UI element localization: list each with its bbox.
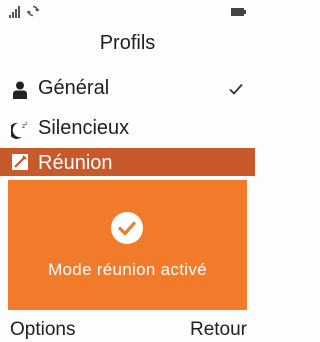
meeting-icon <box>12 154 28 170</box>
battery-icon <box>231 8 246 16</box>
back-softkey[interactable]: Retour <box>190 319 247 341</box>
sync-icon <box>27 5 39 17</box>
confirmation-popup: Mode réunion activé <box>8 180 247 310</box>
check-circle-icon <box>111 212 143 244</box>
profile-label: Silencieux <box>38 117 130 139</box>
page-title: Profils <box>99 32 156 54</box>
profile-item-meeting[interactable]: Réunion <box>0 148 255 176</box>
status-bar <box>0 0 255 22</box>
checkmark-icon <box>229 83 243 95</box>
profile-label: Général <box>38 77 110 99</box>
moon-sleep-icon: z z <box>11 122 28 139</box>
signal-icon <box>9 6 20 18</box>
person-icon <box>13 81 27 99</box>
profile-item-silent[interactable]: z z Silencieux <box>0 112 255 148</box>
softkey-bar: Options Retour <box>0 314 255 342</box>
options-softkey[interactable]: Options <box>10 319 75 341</box>
popup-message: Mode réunion activé <box>48 260 207 279</box>
svg-text:z: z <box>25 122 28 127</box>
profile-label: Réunion <box>38 152 113 174</box>
profile-item-general[interactable]: Général <box>0 72 255 108</box>
